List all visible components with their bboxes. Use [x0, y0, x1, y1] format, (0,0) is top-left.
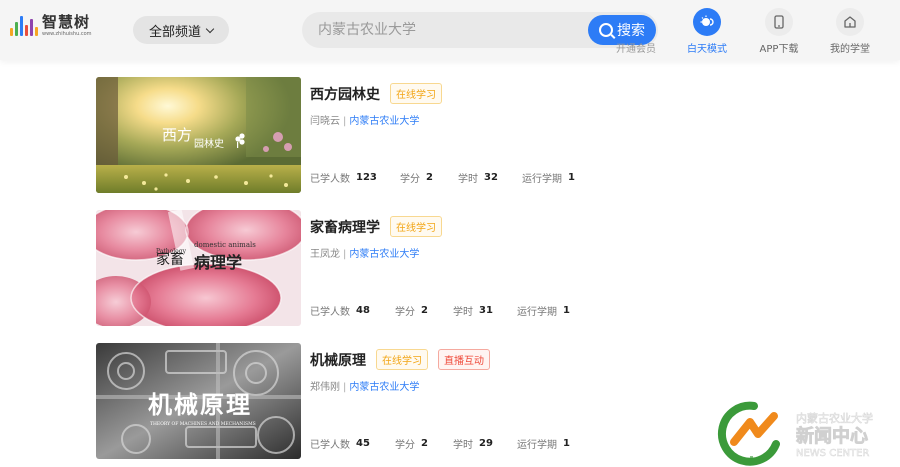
nav-app-download-label: APP下载	[759, 44, 799, 55]
stat-value: 2	[421, 438, 428, 449]
stat-label: 学时	[453, 440, 473, 451]
nav-my-school-label: 我的学堂	[830, 44, 870, 55]
stat-label: 已学人数	[310, 440, 350, 451]
cover-text-en2: Pathology	[156, 248, 187, 255]
stat-label: 学时	[453, 307, 473, 318]
stat-value: 31	[479, 305, 493, 316]
stat-value: 29	[479, 438, 493, 449]
watermark-line3: NEWS CENTER	[796, 448, 869, 459]
nav-my-school[interactable]: 我的学堂	[815, 8, 885, 55]
cover-text-main: 机械原理	[148, 390, 252, 419]
phone-icon	[765, 8, 793, 36]
stat-label: 运行学期	[517, 307, 557, 318]
sun-icon	[693, 8, 721, 36]
watermark-line1: 内蒙古农业大学	[796, 411, 873, 425]
course-card[interactable]: 西方 园林史 西方园林史 在线学习 闫晓云 | 内蒙古农业大学 已学人数 123 学分…	[96, 77, 616, 193]
chevron-down-icon	[205, 24, 215, 33]
course-stats: 已学人数 45 学分 2 学时 29 运行学期 1	[310, 436, 570, 451]
logo-bars-icon	[10, 14, 38, 36]
course-teacher-row: 郑伟刚 | 内蒙古农业大学	[310, 378, 419, 393]
nav-day-mode[interactable]: 白天模式	[672, 8, 742, 55]
separator: |	[343, 382, 347, 393]
course-cover-image[interactable]: 西方 园林史	[96, 77, 301, 193]
news-center-logo-icon	[717, 401, 780, 466]
news-center-watermark: 内蒙古农业大学 新闻中心 NEWS CENTER	[716, 398, 900, 467]
school-link[interactable]: 内蒙古农业大学	[349, 382, 419, 393]
stat-value: 48	[356, 305, 370, 316]
logo-name: 智慧树	[42, 13, 91, 31]
top-header: 智慧树 www.zhihuishu.com 全部频道 搜索 开通会员 白天模式	[0, 0, 900, 60]
channel-label: 全部频道	[148, 24, 201, 40]
course-cover-image[interactable]: 家畜 病理学 domestic animals Pathology	[96, 210, 301, 326]
stat-label: 学分	[395, 440, 415, 451]
stat-label: 已学人数	[310, 174, 350, 185]
course-stats: 已学人数 48 学分 2 学时 31 运行学期 1	[310, 303, 570, 318]
stat-value: 45	[356, 438, 370, 449]
course-title[interactable]: 家畜病理学	[310, 217, 380, 237]
stat-value: 123	[356, 172, 377, 183]
course-stats: 已学人数 123 学分 2 学时 32 运行学期 1	[310, 170, 575, 185]
cover-text-sub: 病理学	[194, 253, 242, 272]
cover-text-sub: 园林史	[194, 137, 224, 150]
cover-text-main: 西方	[162, 126, 192, 144]
tag-live-interactive: 直播互动	[438, 349, 490, 370]
course-card[interactable]: 机械原理 THEORY OF MACHINES AND MECHANISMS 机…	[96, 343, 616, 459]
separator: |	[343, 249, 347, 260]
stat-value: 1	[563, 438, 570, 449]
stat-value: 1	[568, 172, 575, 183]
tag-online-learning: 在线学习	[390, 216, 442, 237]
nav-app-download[interactable]: APP下载	[744, 8, 814, 55]
stat-label: 已学人数	[310, 307, 350, 318]
stat-label: 运行学期	[522, 174, 562, 185]
nav-vip-label: 开通会员	[616, 44, 656, 55]
stat-label: 学分	[395, 307, 415, 318]
tag-online-learning: 在线学习	[376, 349, 428, 370]
cover-text-en: domestic animals	[194, 241, 256, 249]
teacher-name: 郑伟刚	[310, 382, 340, 393]
course-teacher-row: 王凤龙 | 内蒙古农业大学	[310, 245, 419, 260]
home-icon	[836, 8, 864, 36]
search-input[interactable]	[318, 12, 578, 48]
stat-label: 学时	[458, 174, 478, 185]
nav-day-mode-label: 白天模式	[687, 44, 727, 55]
stat-label: 学分	[400, 174, 420, 185]
site-logo[interactable]: 智慧树 www.zhihuishu.com	[10, 14, 92, 37]
stat-label: 运行学期	[517, 440, 557, 451]
tag-online-learning: 在线学习	[390, 83, 442, 104]
teacher-name: 王凤龙	[310, 249, 340, 260]
channel-dropdown[interactable]: 全部频道	[133, 16, 229, 44]
separator: |	[343, 116, 347, 127]
course-title[interactable]: 机械原理	[310, 350, 366, 370]
stat-value: 2	[421, 305, 428, 316]
teacher-name: 闫晓云	[310, 116, 340, 127]
stat-value: 32	[484, 172, 498, 183]
watermark-line2: 新闻中心	[796, 425, 868, 447]
course-cover-image[interactable]: 机械原理 THEORY OF MACHINES AND MECHANISMS	[96, 343, 301, 459]
cover-text-en: THEORY OF MACHINES AND MECHANISMS	[150, 421, 256, 427]
stat-value: 1	[563, 305, 570, 316]
school-link[interactable]: 内蒙古农业大学	[349, 249, 419, 260]
logo-domain: www.zhihuishu.com	[42, 31, 92, 37]
nav-vip[interactable]: 开通会员	[601, 8, 671, 55]
vip-icon	[622, 8, 650, 36]
stat-value: 2	[426, 172, 433, 183]
course-title[interactable]: 西方园林史	[310, 84, 380, 104]
course-teacher-row: 闫晓云 | 内蒙古农业大学	[310, 112, 419, 127]
school-link[interactable]: 内蒙古农业大学	[349, 116, 419, 127]
course-card[interactable]: 家畜 病理学 domestic animals Pathology 家畜病理学 …	[96, 210, 616, 326]
